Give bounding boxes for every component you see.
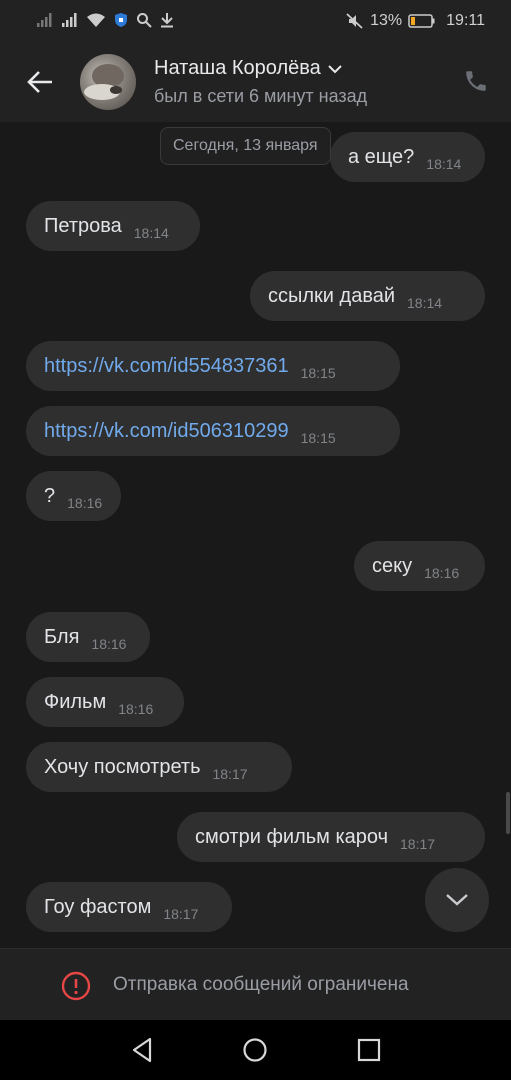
message-text: Хочу посмотреть [44,755,201,778]
back-arrow-icon[interactable] [22,64,58,100]
status-bar: 13% 19:11 [0,0,511,44]
message-time: 18:15 [300,430,336,446]
message-bubble-incoming[interactable]: Гоу фастом 18:17 [26,882,232,932]
avatar[interactable] [80,54,136,110]
download-icon [159,12,175,28]
message-bubble-incoming[interactable]: Фильм 18:16 [26,677,184,727]
message-time: 18:16 [91,636,127,652]
nav-back-icon[interactable] [128,1036,156,1064]
chevron-down-icon [445,893,469,907]
message-text: секу [372,554,413,577]
message-time: 18:17 [400,836,436,852]
mute-icon [346,13,364,29]
nav-recents-icon[interactable] [355,1036,383,1064]
warning-icon [61,971,91,1001]
restriction-text: Отправка сообщений ограничена [113,974,409,995]
message-link[interactable]: https://vk.com/id506310299 [44,420,289,443]
message-text: ссылки давай [268,284,396,307]
message-text: смотри фильм кароч [195,825,389,848]
scrollbar[interactable] [506,792,510,834]
message-time: 18:16 [424,565,460,581]
status-time: 19:11 [446,12,485,29]
message-time: 18:17 [212,766,248,782]
message-bubble-incoming[interactable]: ? 18:16 [26,471,121,521]
chevron-down-icon[interactable] [327,61,343,77]
status-right-icons: 13% 19:11 [346,12,485,30]
messaging-restricted-bar: Отправка сообщений ограничена [0,948,511,1021]
nav-home-icon[interactable] [241,1036,269,1064]
message-time: 18:16 [67,495,103,511]
message-time: 18:14 [426,156,462,172]
message-bubble-outgoing[interactable]: ссылки давай 18:14 [250,271,485,321]
system-navigation-bar [0,1020,511,1080]
vpn-shield-icon [113,12,129,28]
message-text: Петрова [44,214,122,237]
message-bubble-incoming[interactable]: Бля 18:16 [26,612,150,662]
message-bubble-outgoing[interactable]: а еще? 18:14 [330,132,485,182]
last-seen-status: был в сети 6 минут назад [154,86,368,106]
contact-name[interactable]: Наташа Королёва [154,57,321,80]
battery-percent: 13% [370,12,403,29]
signal-icon [36,12,54,28]
message-bubble-incoming[interactable]: https://vk.com/id506310299 18:15 [26,406,400,456]
chat-header: Наташа Королёва был в сети 6 минут назад [0,44,511,122]
message-bubble-incoming[interactable]: Хочу посмотреть 18:17 [26,742,292,792]
message-time: 18:15 [300,365,336,381]
scroll-down-button[interactable] [425,868,489,932]
search-icon [136,12,152,28]
message-bubble-incoming[interactable]: https://vk.com/id554837361 18:15 [26,341,400,391]
status-left-icons [36,12,175,28]
message-text: а еще? [348,145,415,168]
message-link[interactable]: https://vk.com/id554837361 [44,355,289,378]
message-text: ? [44,484,56,507]
date-separator: Сегодня, 13 января [160,127,331,165]
wifi-icon [86,12,106,28]
message-text: Гоу фастом [44,895,152,918]
message-time: 18:16 [118,701,154,717]
message-bubble-outgoing[interactable]: секу 18:16 [354,541,485,591]
message-time: 18:14 [133,225,169,241]
message-time: 18:14 [407,295,443,311]
contact-name-row[interactable]: Наташа Королёва [154,57,343,80]
message-list[interactable]: Сегодня, 13 января а еще? 18:14 Петрова … [0,122,511,948]
message-bubble-outgoing[interactable]: смотри фильм кароч 18:17 [177,812,485,862]
message-text: Фильм [44,690,107,713]
message-bubble-incoming[interactable]: Петрова 18:14 [26,201,200,251]
phone-icon[interactable] [463,68,489,94]
signal-icon [61,12,79,28]
message-time: 18:17 [163,906,199,922]
battery-icon [408,14,436,28]
message-text: Бля [44,625,80,648]
